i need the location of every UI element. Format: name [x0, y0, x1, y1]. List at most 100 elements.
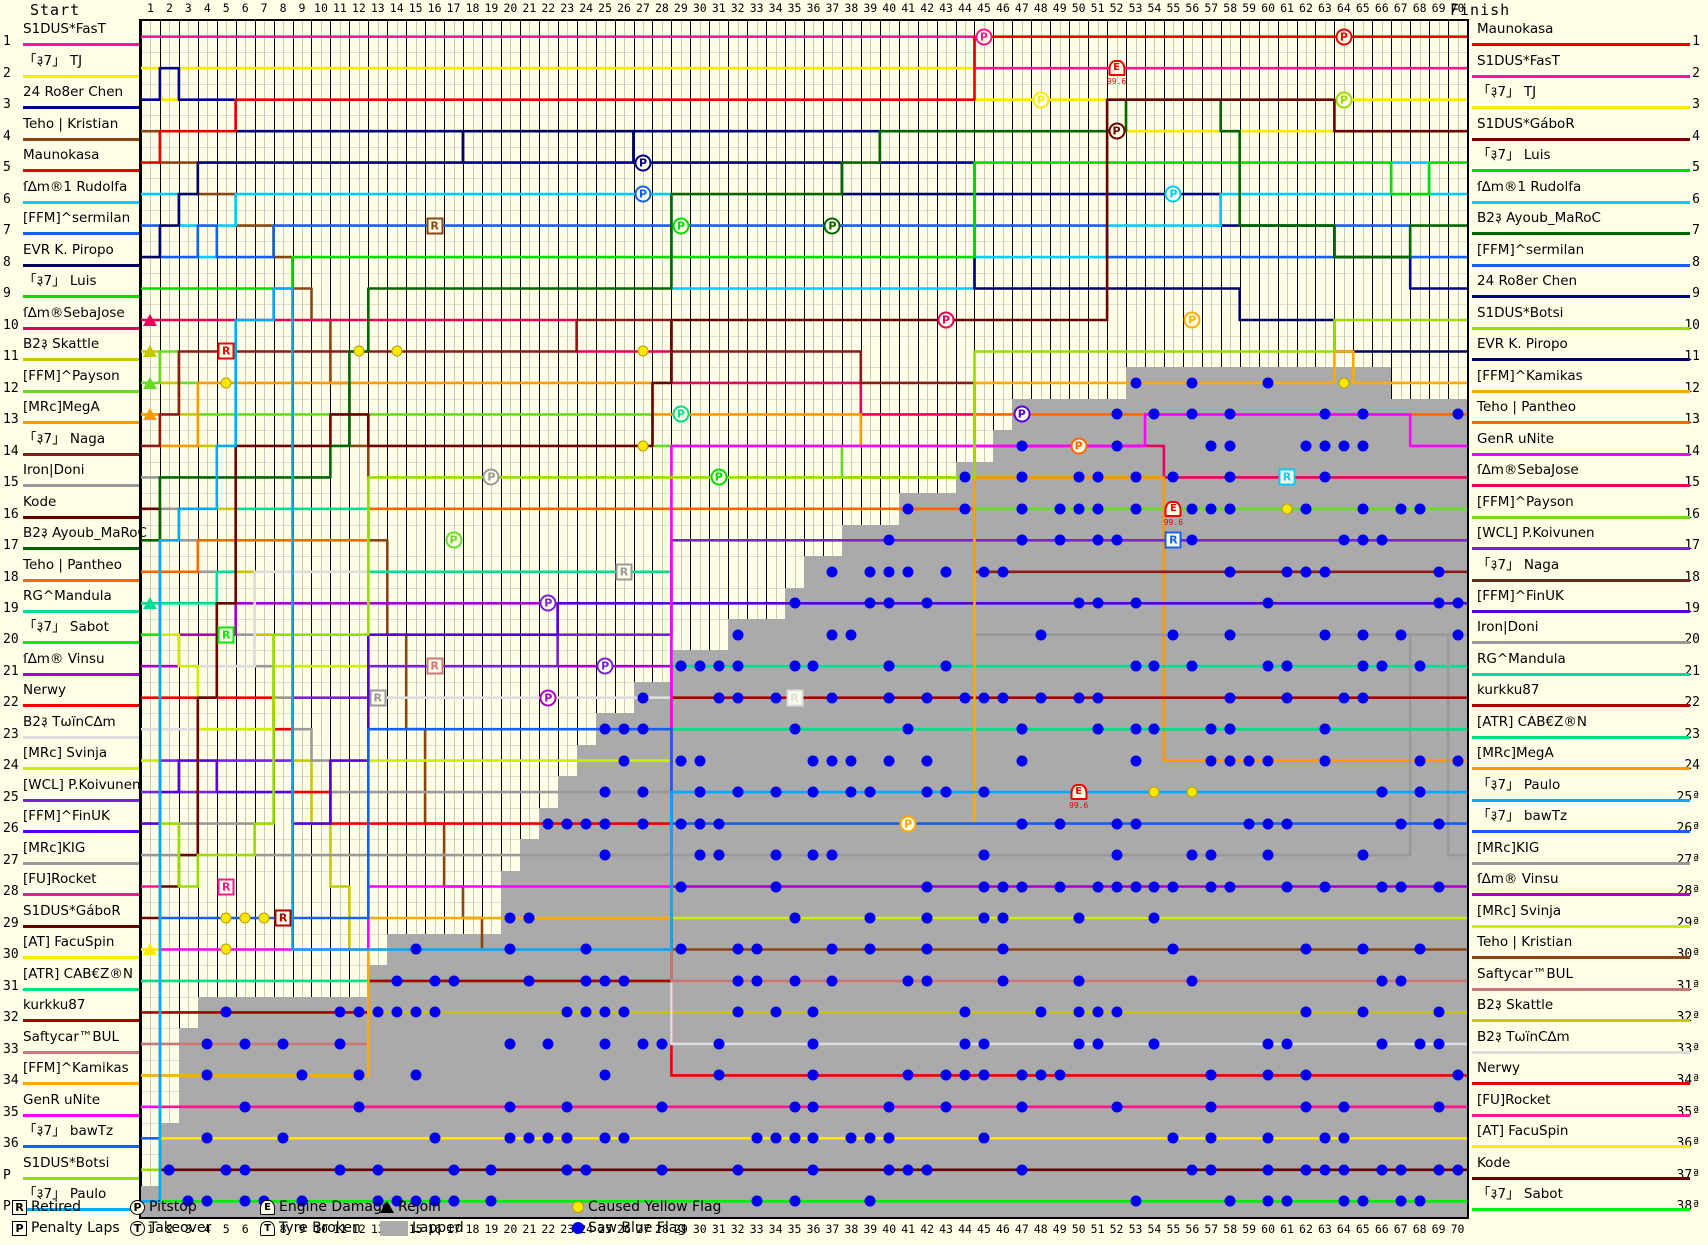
- finish-order-row[interactable]: 34ª Nerwy: [1469, 1058, 1708, 1089]
- finish-order-row[interactable]: 35ª [FU]Rocket: [1469, 1089, 1708, 1120]
- start-grid-row[interactable]: 12 [FFM]^Payson: [0, 365, 139, 396]
- grid-lap-line: [1467, 21, 1468, 1217]
- start-grid-row[interactable]: 25 [WCL] P.Koivunen: [0, 774, 141, 805]
- start-grid-row[interactable]: 21 ſ∆m® Vinsu: [0, 648, 139, 679]
- finish-order-row[interactable]: 15 ſ∆m®SebaJose: [1469, 460, 1708, 491]
- start-grid-row[interactable]: 11 B2३ Skattle: [0, 334, 139, 365]
- finish-order-row[interactable]: 7 B2३ Ayoub_MaRoC: [1469, 208, 1708, 239]
- legend-item: P Penalty Laps: [12, 1220, 120, 1236]
- start-grid-row[interactable]: 19 RG^Mandula: [0, 586, 139, 617]
- start-grid-row[interactable]: 24 [MRc] Svinja: [0, 743, 139, 774]
- finish-order-row[interactable]: 2 S1DUS*FasT: [1469, 50, 1708, 81]
- finish-order-row[interactable]: 27ª [MRc]KIG: [1469, 837, 1708, 868]
- start-grid-color-line: [23, 987, 139, 991]
- finish-order-row[interactable]: 9 24 Ro8er Chen: [1469, 271, 1708, 302]
- start-grid-position: 26: [3, 821, 19, 837]
- start-grid-row[interactable]: 26 [FFM]^FinUK: [0, 806, 139, 837]
- start-grid-row[interactable]: 8 EVR K. Piropo: [0, 239, 139, 270]
- finish-order-row[interactable]: 37ª Kode: [1469, 1152, 1708, 1183]
- driver-line: [141, 635, 1467, 918]
- start-grid-row[interactable]: 36 「३7」 bawTz: [0, 1121, 139, 1152]
- start-grid-row[interactable]: 5 Maunokasa: [0, 145, 139, 176]
- lap-number-24: 24: [579, 1, 594, 15]
- finish-order-row[interactable]: 23 [ATR] CAB€Z®N: [1469, 711, 1708, 742]
- start-grid-color-line: [23, 830, 139, 834]
- start-grid-row[interactable]: 31 [ATR] CAB€Z®N: [0, 963, 139, 994]
- finish-order-row[interactable]: 3 「३7」 TJ: [1469, 82, 1708, 113]
- start-grid-row[interactable]: 7 [FFM]^sermilan: [0, 208, 139, 239]
- start-grid-row[interactable]: 15 Iron|Doni: [0, 460, 139, 491]
- start-grid-row[interactable]: 33 Saftycar™BUL: [0, 1026, 139, 1057]
- finish-order-row[interactable]: 25ª 「३7」 Paulo: [1469, 774, 1708, 805]
- start-grid-row[interactable]: 22 Nerwy: [0, 680, 139, 711]
- start-grid-row[interactable]: 35 GenR uNite: [0, 1089, 139, 1120]
- finish-order-position: 3: [1692, 97, 1700, 113]
- start-grid-driver-name: ſ∆m® Vinsu: [23, 650, 105, 667]
- finish-order-row[interactable]: 21 RG^Mandula: [1469, 648, 1708, 679]
- start-grid-driver-name: Maunokasa: [23, 147, 100, 164]
- finish-order-position: 22: [1684, 695, 1700, 711]
- finish-order-row[interactable]: 31ª Saftycar™BUL: [1469, 963, 1708, 994]
- finish-order-row[interactable]: 13 Teho | Pantheo: [1469, 397, 1708, 428]
- start-grid-row[interactable]: 9 「३7」 Luis: [0, 271, 139, 302]
- start-grid-row[interactable]: 32 kurkku87: [0, 995, 139, 1026]
- finish-order-row[interactable]: 36ª [AT] FacuSpin: [1469, 1121, 1708, 1152]
- finish-order-row[interactable]: 4 S1DUS*GáboR: [1469, 113, 1708, 144]
- finish-order-row[interactable]: 26ª 「३7」 bawTz: [1469, 806, 1708, 837]
- start-grid-row[interactable]: 27 [MRc]KIG: [0, 837, 139, 868]
- start-grid-row[interactable]: 2 「३7」 TJ: [0, 50, 139, 81]
- start-grid-driver-name: S1DUS*Botsi: [23, 1154, 110, 1171]
- start-grid-row[interactable]: 17 B2३ Ayoub_MaRoC: [0, 523, 147, 554]
- start-grid-row[interactable]: 18 Teho | Pantheo: [0, 554, 139, 585]
- start-grid-color-line: [23, 421, 139, 425]
- finish-order-row[interactable]: 28ª ſ∆m® Vinsu: [1469, 869, 1708, 900]
- driver-line: [141, 635, 1467, 855]
- lap-number-1: 1: [147, 1, 154, 15]
- finish-order-row[interactable]: 11 EVR K. Piropo: [1469, 334, 1708, 365]
- finish-order-row[interactable]: 10 S1DUS*Botsi: [1469, 302, 1708, 333]
- finish-order-color-line: [1472, 358, 1690, 362]
- start-grid-row[interactable]: P S1DUS*Botsi: [0, 1152, 139, 1183]
- finish-order-row[interactable]: 8 [FFM]^sermilan: [1469, 239, 1708, 270]
- finish-order-row[interactable]: 12 [FFM]^Kamikas: [1469, 365, 1708, 396]
- lap-chart-plot[interactable]: P P P P P P P P P P P P P P P P P P P P P P R R R R R R R R R R R E 99.6 E 9…: [139, 19, 1469, 1219]
- start-grid-position: 19: [3, 600, 19, 616]
- start-grid-row[interactable]: 14 「३7」 Naga: [0, 428, 139, 459]
- start-grid-row[interactable]: 13 [MRc]MegA: [0, 397, 139, 428]
- finish-order-row[interactable]: 29ª [MRc] Svinja: [1469, 900, 1708, 931]
- start-grid-row[interactable]: 16 Kode: [0, 491, 139, 522]
- finish-order-row[interactable]: 20 Iron|Doni: [1469, 617, 1708, 648]
- lap-number-28: 28: [654, 1, 669, 15]
- start-grid-row[interactable]: 3 24 Ro8er Chen: [0, 82, 139, 113]
- start-grid-driver-name: [WCL] P.Koivunen: [23, 776, 141, 793]
- start-grid-row[interactable]: 29 S1DUS*GáboR: [0, 900, 139, 931]
- start-grid-row[interactable]: 20 「३7」 Sabot: [0, 617, 139, 648]
- finish-order-row[interactable]: 16 [FFM]^Payson: [1469, 491, 1708, 522]
- driver-line: [141, 68, 1467, 288]
- finish-order-row[interactable]: 33ª B2३ TωïnC∆m: [1469, 1026, 1708, 1057]
- start-grid-row[interactable]: 34 [FFM]^Kamikas: [0, 1058, 139, 1089]
- finish-order-row[interactable]: 38ª 「३7」 Sabot: [1469, 1184, 1708, 1215]
- finish-order-row[interactable]: 18 「३7」 Naga: [1469, 554, 1708, 585]
- finish-order-row[interactable]: 30ª Teho | Kristian: [1469, 932, 1708, 963]
- finish-order-row[interactable]: 5 「३7」 Luis: [1469, 145, 1708, 176]
- finish-order-row[interactable]: 6 ſ∆m®1 Rudolfa: [1469, 176, 1708, 207]
- finish-order-row[interactable]: 22 kurkku87: [1469, 680, 1708, 711]
- start-grid-row[interactable]: 6 ſ∆m®1 Rudolfa: [0, 176, 139, 207]
- finish-order-row[interactable]: 14 GenR uNite: [1469, 428, 1708, 459]
- finish-order-row[interactable]: 24 [MRc]MegA: [1469, 743, 1708, 774]
- start-grid-row[interactable]: 23 B2३ TωïnC∆m: [0, 711, 139, 742]
- start-grid-row[interactable]: 10 ſ∆m®SebaJose: [0, 302, 139, 333]
- finish-order-row[interactable]: 19 [FFM]^FinUK: [1469, 586, 1708, 617]
- start-grid-row[interactable]: 28 [FU]Rocket: [0, 869, 139, 900]
- finish-order-row[interactable]: 17 [WCL] P.Koivunen: [1469, 523, 1708, 554]
- engine-damage-value: 99.6: [1106, 77, 1127, 87]
- lap-number-52: 52: [1109, 1, 1124, 15]
- finish-order-row[interactable]: 32ª B2३ Skattle: [1469, 995, 1708, 1026]
- lap-number-27: 27: [636, 1, 650, 15]
- start-grid-row[interactable]: 1 S1DUS*FasT: [0, 19, 139, 50]
- lap-number-69: 69: [1431, 1, 1446, 15]
- finish-order-row[interactable]: 1 Maunokasa: [1469, 19, 1708, 50]
- start-grid-row[interactable]: 30 [AT] FacuSpin: [0, 932, 139, 963]
- start-grid-row[interactable]: 4 Teho | Kristian: [0, 113, 139, 144]
